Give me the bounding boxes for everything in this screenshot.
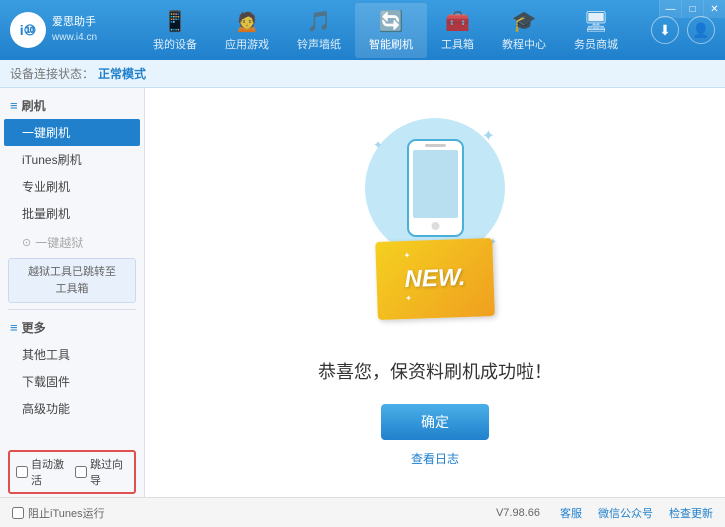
sparkle-top-left: ✦ (373, 138, 383, 152)
sidebar-item-batch-flash[interactable]: 批量刷机 (0, 200, 144, 227)
wechat-link[interactable]: 微信公众号 (598, 505, 653, 521)
status-bar: 阻止iTunes运行 V7.98.66 客服 微信公众号 检查更新 (0, 497, 725, 527)
auto-activate-checkbox[interactable]: 自动激活 (16, 456, 69, 488)
header-right: ⬇ 👤 (651, 16, 715, 44)
more-section: ≡ 更多 其他工具 下载固件 高级功能 (0, 314, 144, 422)
auto-options-row: 自动激活 跳过向导 (8, 450, 136, 494)
flash-section-icon: ≡ (10, 98, 18, 113)
main-layout: ≡ 刷机 一键刷机 iTunes刷机 专业刷机 批量刷机 ⊙ 一键越狱 越狱工具… (0, 88, 725, 497)
confirm-button[interactable]: 确定 (381, 404, 489, 440)
nav-toolbox[interactable]: 🧰 工具箱 (427, 3, 488, 58)
logo-icon: i⑩ (10, 12, 46, 48)
more-section-header: ≡ 更多 (0, 314, 144, 341)
sidebar-divider (8, 309, 136, 310)
more-section-icon: ≡ (10, 320, 18, 335)
window-controls: — □ ✕ (659, 0, 725, 18)
auto-guide-input[interactable] (75, 466, 87, 478)
toolbox-icon: 🧰 (445, 9, 470, 34)
download-icon[interactable]: ⬇ (651, 16, 679, 44)
flash-section-header: ≡ 刷机 (0, 92, 144, 119)
flash-section: ≡ 刷机 一键刷机 iTunes刷机 专业刷机 批量刷机 (0, 92, 144, 227)
minimize-button[interactable]: — (659, 0, 681, 18)
sidebar-item-download-firmware[interactable]: 下载固件 (0, 368, 144, 395)
new-badge: ✦ NEW. ✦ (375, 238, 495, 320)
sidebar-disabled-jailbreak: ⊙ 一键越狱 (0, 229, 144, 256)
sidebar-item-pro-flash[interactable]: 专业刷机 (0, 173, 144, 200)
my-device-icon: 📱 (163, 9, 188, 34)
phone-circle: ✦ ✦ ✦ (365, 118, 505, 258)
home-link[interactable]: 客服 (560, 505, 582, 521)
star-left: ✦ (404, 251, 411, 260)
main-content: ✦ ✦ ✦ ✦ NEW. ✦ 恭喜您，保资料刷机成功啦！ 确定 查看日志 (145, 88, 725, 497)
sparkle-top-right: ✦ (482, 126, 495, 146)
sidebar-item-other-tools[interactable]: 其他工具 (0, 341, 144, 368)
toolbar-strip: 设备连接状态： 正常模式 (0, 60, 725, 88)
stop-itunes-checkbox[interactable] (12, 507, 24, 519)
sidebar-item-itunes-flash[interactable]: iTunes刷机 (0, 146, 144, 173)
phone-svg (403, 138, 468, 238)
nav-service[interactable]: 🖥 务员商城 (560, 3, 632, 58)
sidebar: ≡ 刷机 一键刷机 iTunes刷机 专业刷机 批量刷机 ⊙ 一键越狱 越狱工具… (0, 88, 145, 497)
ringtones-icon: 🎵 (307, 9, 332, 34)
view-log-link[interactable]: 查看日志 (411, 450, 459, 467)
success-message: 恭喜您，保资料刷机成功啦！ (318, 358, 552, 384)
success-illustration: ✦ ✦ ✦ ✦ NEW. ✦ (335, 118, 535, 338)
nav-ringtones[interactable]: 🎵 铃声墙纸 (283, 3, 355, 58)
nav-smart-flash[interactable]: 🔄 智能刷机 (355, 3, 427, 58)
main-nav: 📱 我的设备 🙍 应用游戏 🎵 铃声墙纸 🔄 智能刷机 🧰 工具箱 🎓 (120, 3, 651, 58)
user-icon[interactable]: 👤 (687, 16, 715, 44)
sidebar-bottom: 自动激活 跳过向导 📱 iPhone 15 Pro Max 512GB iPho… (0, 444, 144, 497)
version-label: V7.98.66 (496, 507, 540, 519)
stop-itunes-control: 阻止iTunes运行 (12, 505, 105, 521)
nav-tutorial[interactable]: 🎓 教程中心 (488, 3, 560, 58)
auto-activate-input[interactable] (16, 466, 28, 478)
check-update-link[interactable]: 检查更新 (669, 505, 713, 521)
app-logo: i⑩ 爱思助手 www.i4.cn (10, 12, 120, 48)
jailbreak-note: 越狱工具已跳转至 工具箱 (8, 258, 136, 303)
tutorial-icon: 🎓 (512, 9, 537, 34)
service-icon: 🖥 (583, 9, 608, 34)
status-bar-links: 客服 微信公众号 检查更新 (560, 505, 713, 521)
sidebar-item-advanced[interactable]: 高级功能 (0, 395, 144, 422)
sidebar-item-one-key-flash[interactable]: 一键刷机 (4, 119, 140, 146)
auto-guide-checkbox[interactable]: 跳过向导 (75, 456, 128, 488)
logo-text: 爱思助手 www.i4.cn (52, 15, 97, 44)
star-right: ✦ (405, 294, 412, 303)
close-button[interactable]: ✕ (703, 0, 725, 18)
nav-apps-games[interactable]: 🙍 应用游戏 (211, 3, 283, 58)
smart-flash-icon: 🔄 (379, 9, 404, 34)
maximize-button[interactable]: □ (681, 0, 703, 18)
nav-my-device[interactable]: 📱 我的设备 (139, 3, 211, 58)
apps-games-icon: 🙍 (235, 9, 260, 34)
new-badge-text: NEW. (404, 264, 466, 293)
app-header: i⑩ 爱思助手 www.i4.cn 📱 我的设备 🙍 应用游戏 🎵 铃声墙纸 🔄… (0, 0, 725, 60)
